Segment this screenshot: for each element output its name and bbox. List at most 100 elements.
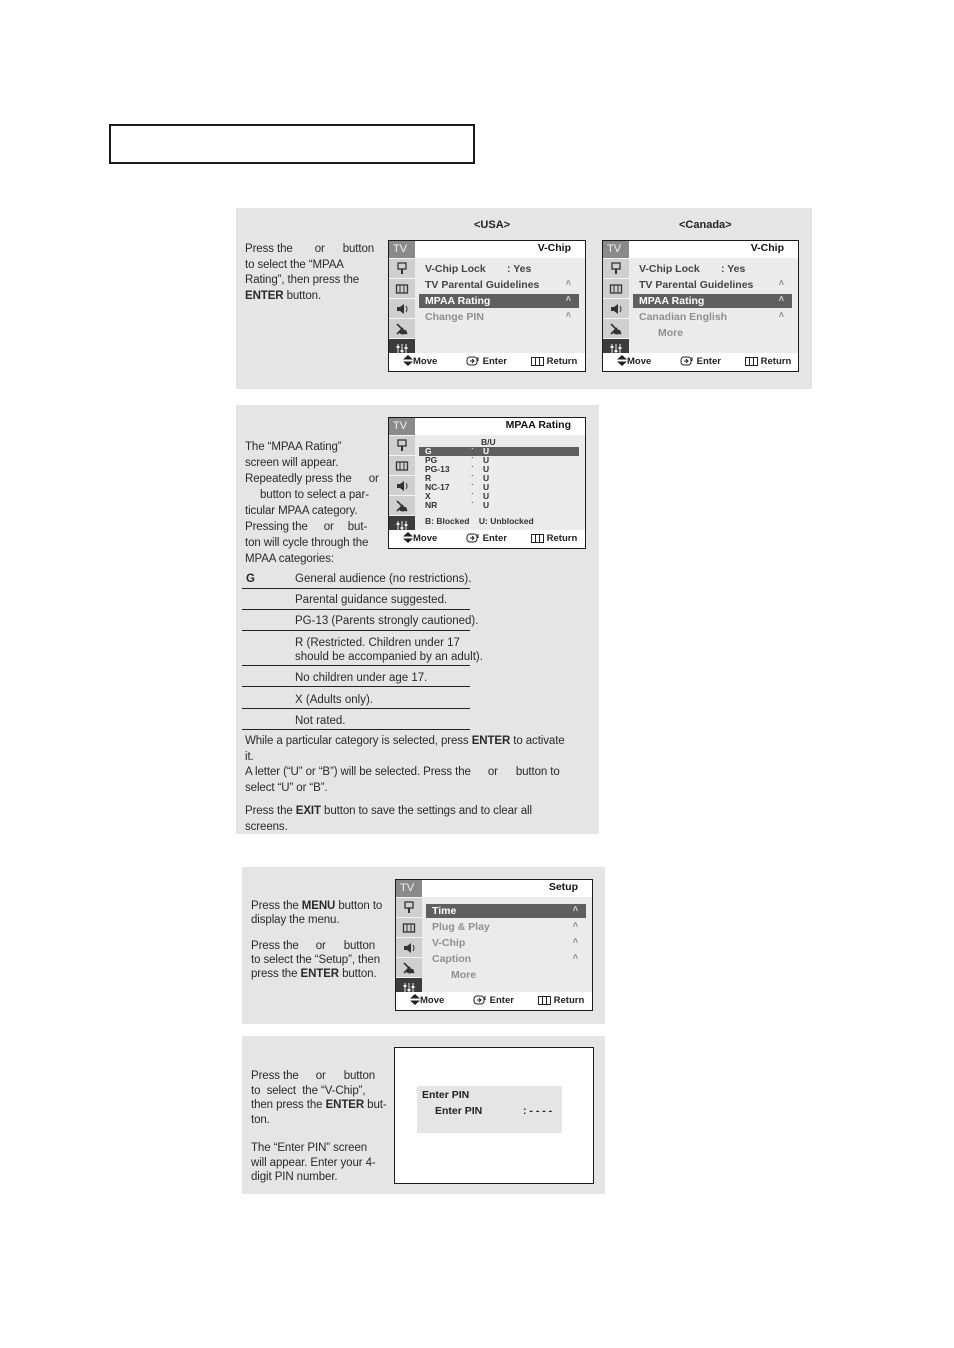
tv-tab[interactable]: TV [603,241,629,258]
return-icon [531,357,544,366]
pin-label: Enter PIN [435,1105,483,1117]
rating-row-x: X (Adults only). [242,693,470,709]
step2-text: The “MPAA Rating” screen will appear. Re… [245,441,379,565]
move-hint: Move [617,353,651,371]
menu-items: Time ˄ Plug & Play ˄ V-Chip ˄ Caption ˄ More [422,898,592,992]
mpaa-row-g[interactable]: G ˙ U [419,447,579,456]
menu-item-plug-play[interactable]: Plug & Play ˄ [432,920,586,934]
step2-after-text: While a particular category is selected,… [245,735,565,833]
menu-title: V-Chip [415,241,585,258]
menu-item-vchip-lock[interactable]: V-Chip Lock: Yes [639,262,792,276]
tv-tab[interactable]: TV [396,880,422,897]
menu-item-change-pin[interactable]: Change PIN ˄ [425,310,579,324]
legend-unblocked: U: Unblocked [478,516,534,526]
rating-row-pg: Parental guidance suggested. [242,593,470,610]
mpaa-row-nc17[interactable]: NC-17 ˙ U [419,483,579,493]
move-hint: Move [403,353,437,371]
channel-icon[interactable] [389,278,415,298]
menu-footer: Move Enter Return [396,992,592,1010]
return-hint: Return [745,353,791,371]
menu-sidebar: TV [603,241,629,358]
canada-vchip-menu: TV V-Chip V-Chip Lock: Yes TV Parental G… [602,240,799,372]
return-icon [531,534,544,543]
enter-hint: Enter [466,530,507,548]
enter-icon [466,356,479,366]
menu-item-mpaa-rating[interactable]: MPAA Rating ˄ [419,294,579,308]
menu-item-tv-parental-guidelines[interactable]: TV Parental Guidelines ˄ [639,278,792,292]
enter-icon [466,533,479,543]
move-hint: Move [403,530,437,548]
menu-title: MPAA Rating [415,418,585,435]
antenna-icon[interactable] [603,318,629,338]
tv-tab[interactable]: TV [389,241,415,258]
antenna-icon[interactable] [396,957,422,977]
channel-icon[interactable] [603,278,629,298]
enter-hint: Enter [473,992,514,1010]
move-icon [617,355,627,366]
antenna-icon[interactable] [389,318,415,338]
menu-item-vchip[interactable]: V-Chip ˄ [432,936,586,950]
move-icon [403,532,413,543]
rating-row-g: G General audience (no restrictions). [242,572,471,589]
sound-icon[interactable] [603,298,629,318]
menu-item-caption[interactable]: Caption ˄ [432,952,586,966]
return-icon [745,357,758,366]
tv-tab[interactable]: TV [389,418,415,435]
mpaa-row-pg13[interactable]: PG-13 ˙ U [419,465,579,475]
legend: B: Blocked U: Unblocked [425,516,534,526]
picture-icon[interactable] [389,258,415,278]
enter-pin-dialog: Enter PIN Enter PIN : - - - - [417,1086,562,1133]
usa-vchip-menu: TV V-Chip V-Chip Lock: Yes TV Parental G… [388,240,586,372]
mpaa-row-x[interactable]: X ˙ U [419,492,579,502]
channel-icon[interactable] [396,917,422,937]
mpaa-row-nr[interactable]: NR ˙ U [419,501,579,511]
menu-title: V-Chip [629,241,798,258]
enter-hint: Enter [466,353,507,371]
move-icon [403,355,413,366]
sound-icon[interactable] [389,475,415,495]
menu-item-canadian-english[interactable]: Canadian English ˄ [639,310,792,324]
antenna-icon[interactable] [389,495,415,515]
rating-row-pg13: PG-13 (Parents strongly cautioned). [242,614,478,631]
menu-item-vchip-lock[interactable]: V-Chip Lock: Yes [425,262,579,276]
move-hint: Move [410,992,444,1010]
picture-icon[interactable] [603,258,629,278]
picture-icon[interactable] [396,897,422,917]
enter-hint: Enter [680,353,721,371]
setup-menu: TV Setup Time ˄ Plug & Play ˄ V-Chip ˄ Capt… [395,879,593,1011]
pin-input[interactable]: : - - - - [523,1105,552,1117]
menu-item-mpaa-rating[interactable]: MPAA Rating ˄ [633,294,792,308]
sound-icon[interactable] [396,937,422,957]
step4-text: Press the or button to select the “V-Chip”… [251,1070,387,1183]
menu-item-time[interactable]: Time ˄ [426,904,586,918]
sound-icon[interactable] [389,298,415,318]
menu-items: V-Chip Lock: Yes TV Parental Guidelines ˄… [415,259,585,353]
mpaa-table: B/U G ˙ U PG ˙ U PG-13 ˙ U R ˙ U NC-17 ˙ U X ˙ U NR ˙… [415,436,585,530]
rating-row-nc17: No children under age 17. [242,671,470,687]
step3-text: Press the MENU button to display the men… [251,900,383,980]
pin-dialog-title: Enter PIN [422,1089,470,1101]
return-hint: Return [531,353,577,371]
enter-pin-screen: Enter PIN Enter PIN : - - - - [394,1047,594,1184]
menu-item-more[interactable]: More [639,326,792,340]
picture-icon[interactable] [389,435,415,455]
menu-footer: Move Enter Return [603,353,798,371]
return-hint: Return [531,530,577,548]
menu-title: Setup [422,880,592,897]
menu-items: V-Chip Lock: Yes TV Parental Guidelines ˄… [629,259,798,353]
mpaa-rating-menu: TV MPAA Rating B/U G ˙ U PG ˙ U PG-13 ˙ U R ˙ U … [388,417,586,549]
menu-item-tv-parental-guidelines[interactable]: TV Parental Guidelines ˄ [425,278,579,292]
channel-icon[interactable] [389,455,415,475]
return-hint: Return [538,992,584,1010]
menu-sidebar: TV [389,418,415,535]
step1-text: Press the or button to select the “MPAA Ra… [245,243,375,302]
canada-label: <Canada> [679,219,732,231]
menu-footer: Move Enter Return [389,530,585,548]
rating-row-nr: Not rated. [242,714,470,730]
move-icon [410,994,420,1005]
section-title-box [109,124,475,164]
menu-item-more[interactable]: More [432,968,586,982]
return-icon [538,996,551,1005]
menu-footer: Move Enter Return [389,353,585,371]
menu-sidebar: TV [389,241,415,358]
